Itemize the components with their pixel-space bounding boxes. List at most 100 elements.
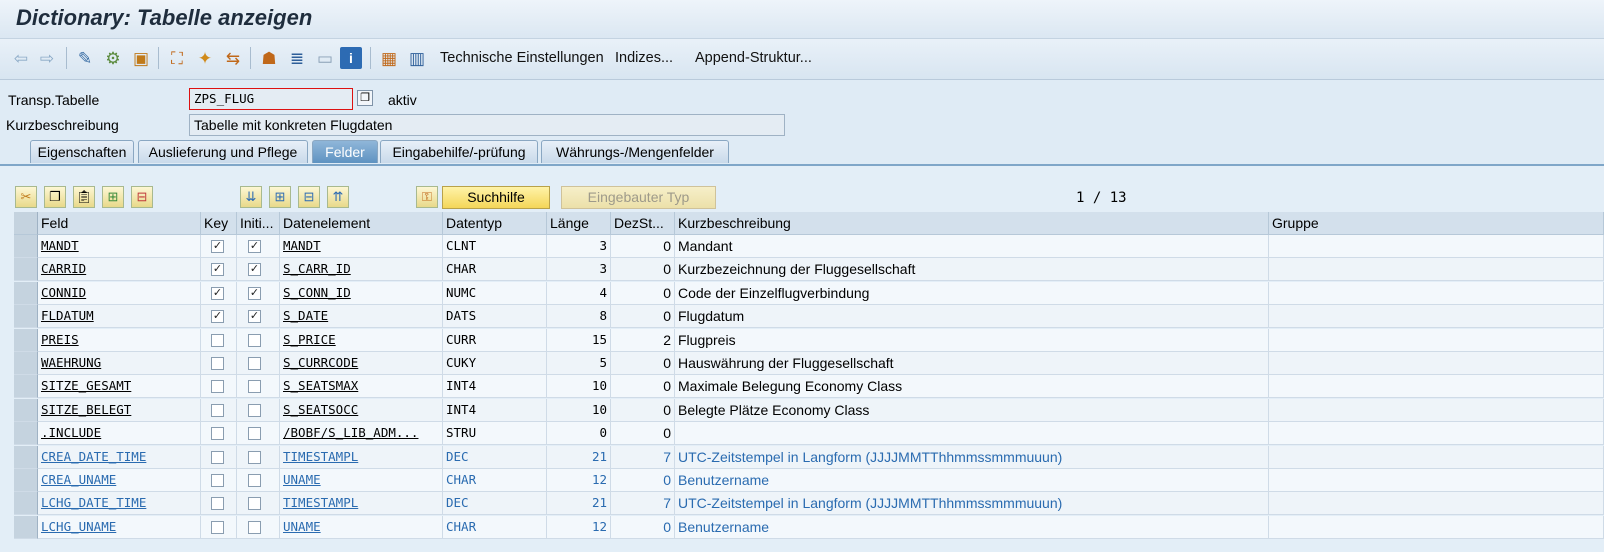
info-icon[interactable]: i (340, 47, 362, 69)
tab-felder[interactable]: Felder (312, 140, 378, 163)
tab-waehrungsfelder[interactable]: Währungs-/Mengenfelder (541, 140, 729, 163)
technische-einstellungen-button[interactable]: Technische Einstellungen (440, 50, 604, 66)
initial-checkbox[interactable] (248, 380, 261, 394)
hierarchy-icon[interactable]: ☗ (258, 47, 280, 69)
cell-datenelement[interactable]: TIMESTAMPL (280, 445, 443, 469)
initial-checkbox[interactable] (248, 427, 261, 441)
col-gruppe[interactable]: Gruppe (1269, 212, 1604, 235)
col-laenge[interactable]: Länge (547, 212, 611, 235)
initial-checkbox[interactable] (248, 520, 261, 534)
cell-feld[interactable]: LCHG_DATE_TIME (38, 492, 201, 516)
display-change-icon[interactable]: ⚙ (102, 47, 124, 69)
cell-feld[interactable]: CREA_UNAME (38, 469, 201, 492)
initial-checkbox[interactable] (248, 357, 261, 370)
cell-datenelement[interactable]: S_CARR_ID (280, 258, 443, 282)
cell-feld[interactable]: CARRID (38, 258, 201, 282)
key-checkbox[interactable] (211, 333, 224, 347)
layout-icon[interactable]: ▭ (314, 47, 336, 69)
key-checkbox[interactable]: ✓ (211, 263, 224, 277)
key-checkbox[interactable] (211, 403, 224, 417)
col-kurzbeschreibung[interactable]: Kurzbeschreibung (675, 212, 1269, 235)
cell-feld[interactable]: WAEHRUNG (38, 352, 201, 375)
cell-feld[interactable]: PREIS (38, 328, 201, 352)
short-description-field[interactable]: Tabelle mit konkreten Flugdaten (189, 114, 785, 136)
suchhilfe-button[interactable]: Suchhilfe (442, 186, 550, 209)
navigation-icon[interactable]: ≣ (286, 47, 308, 69)
initial-checkbox[interactable]: ✓ (248, 310, 261, 324)
initial-checkbox[interactable] (248, 333, 261, 347)
indizes-button[interactable]: Indizes... (615, 50, 673, 66)
cell-feld[interactable]: SITZE_BELEGT (38, 398, 201, 422)
cell-datenelement[interactable]: /BOBF/S_LIB_ADM... (280, 422, 443, 446)
cell-feld[interactable]: .INCLUDE (38, 422, 201, 446)
cell-datenelement[interactable]: S_SEATSMAX (280, 375, 443, 399)
col-datenelement[interactable]: Datenelement (280, 212, 443, 235)
table-icon[interactable]: ▥ (406, 47, 428, 69)
collapse-icon[interactable]: ⇈ (327, 186, 349, 208)
row-selector[interactable] (14, 515, 38, 539)
cell-datenelement[interactable]: MANDT (280, 235, 443, 258)
key-checkbox[interactable] (211, 357, 224, 370)
remove-block-icon[interactable]: ⊟ (298, 186, 320, 208)
tab-eingabehilfe[interactable]: Eingabehilfe/-prüfung (380, 140, 538, 163)
copy-icon[interactable]: ❐ (357, 90, 373, 106)
cell-feld[interactable]: MANDT (38, 235, 201, 258)
initial-checkbox[interactable] (248, 403, 261, 417)
where-used-icon[interactable]: ⛶ (166, 47, 188, 69)
display-object-list-icon[interactable]: ⇆ (222, 47, 244, 69)
key-checkbox[interactable]: ✓ (211, 286, 224, 300)
cell-feld[interactable]: FLDATUM (38, 305, 201, 329)
cell-feld[interactable]: CONNID (38, 281, 201, 305)
row-selector[interactable] (14, 258, 38, 282)
row-selector[interactable] (14, 445, 38, 469)
cell-feld[interactable]: LCHG_UNAME (38, 515, 201, 539)
cell-datenelement[interactable]: TIMESTAMPL (280, 492, 443, 516)
key-checkbox[interactable] (211, 380, 224, 394)
key-checkbox[interactable]: ✓ (211, 310, 224, 324)
initial-checkbox[interactable] (248, 450, 261, 464)
row-selector[interactable] (14, 398, 38, 422)
select-all-cell[interactable] (14, 212, 38, 235)
cell-datenelement[interactable]: S_PRICE (280, 328, 443, 352)
key-checkbox[interactable] (211, 497, 224, 511)
row-selector[interactable] (14, 422, 38, 446)
row-selector[interactable] (14, 469, 38, 492)
key-checkbox[interactable] (211, 450, 224, 464)
delete-row-icon[interactable]: ⊟ (131, 186, 153, 208)
key-checkbox[interactable] (211, 427, 224, 441)
key-checkbox[interactable]: ✓ (211, 240, 224, 253)
col-initial[interactable]: Initi... (237, 212, 280, 235)
row-selector[interactable] (14, 492, 38, 516)
cell-datenelement[interactable]: S_CONN_ID (280, 281, 443, 305)
cut-icon[interactable]: ✂ (15, 186, 37, 208)
initial-checkbox[interactable]: ✓ (248, 263, 261, 277)
paste-icon[interactable]: 📋︎ (73, 186, 95, 208)
insert-row-icon[interactable]: ⊞ (102, 186, 124, 208)
grid-icon[interactable]: ▦ (378, 47, 400, 69)
row-selector[interactable] (14, 305, 38, 329)
tab-auslieferung[interactable]: Auslieferung und Pflege (138, 140, 308, 163)
cell-feld[interactable]: CREA_DATE_TIME (38, 445, 201, 469)
row-selector[interactable] (14, 328, 38, 352)
insert-block-icon[interactable]: ⊞ (269, 186, 291, 208)
col-datentyp[interactable]: Datentyp (443, 212, 547, 235)
cell-datenelement[interactable]: UNAME (280, 515, 443, 539)
row-selector[interactable] (14, 352, 38, 375)
cell-datenelement[interactable]: S_SEATSOCC (280, 398, 443, 422)
object-list-icon[interactable]: ✦ (194, 47, 216, 69)
key-checkbox[interactable] (211, 520, 224, 534)
cell-datenelement[interactable]: UNAME (280, 469, 443, 492)
col-dezstellen[interactable]: DezSt... (611, 212, 675, 235)
other-object-icon[interactable]: ✎ (74, 47, 96, 69)
back-icon[interactable]: ⇦ (10, 47, 32, 69)
initial-checkbox[interactable] (248, 497, 261, 511)
activate-icon[interactable]: ▣ (130, 47, 152, 69)
eingebauter-typ-button[interactable]: Eingebauter Typ (561, 186, 716, 209)
foreign-key-icon[interactable]: ⚿ (416, 186, 438, 208)
initial-checkbox[interactable]: ✓ (248, 240, 261, 253)
tab-eigenschaften[interactable]: Eigenschaften (30, 140, 134, 163)
initial-checkbox[interactable]: ✓ (248, 286, 261, 300)
forward-icon[interactable]: ⇨ (36, 47, 58, 69)
key-checkbox[interactable] (211, 474, 224, 487)
append-struktur-button[interactable]: Append-Struktur... (695, 50, 812, 66)
